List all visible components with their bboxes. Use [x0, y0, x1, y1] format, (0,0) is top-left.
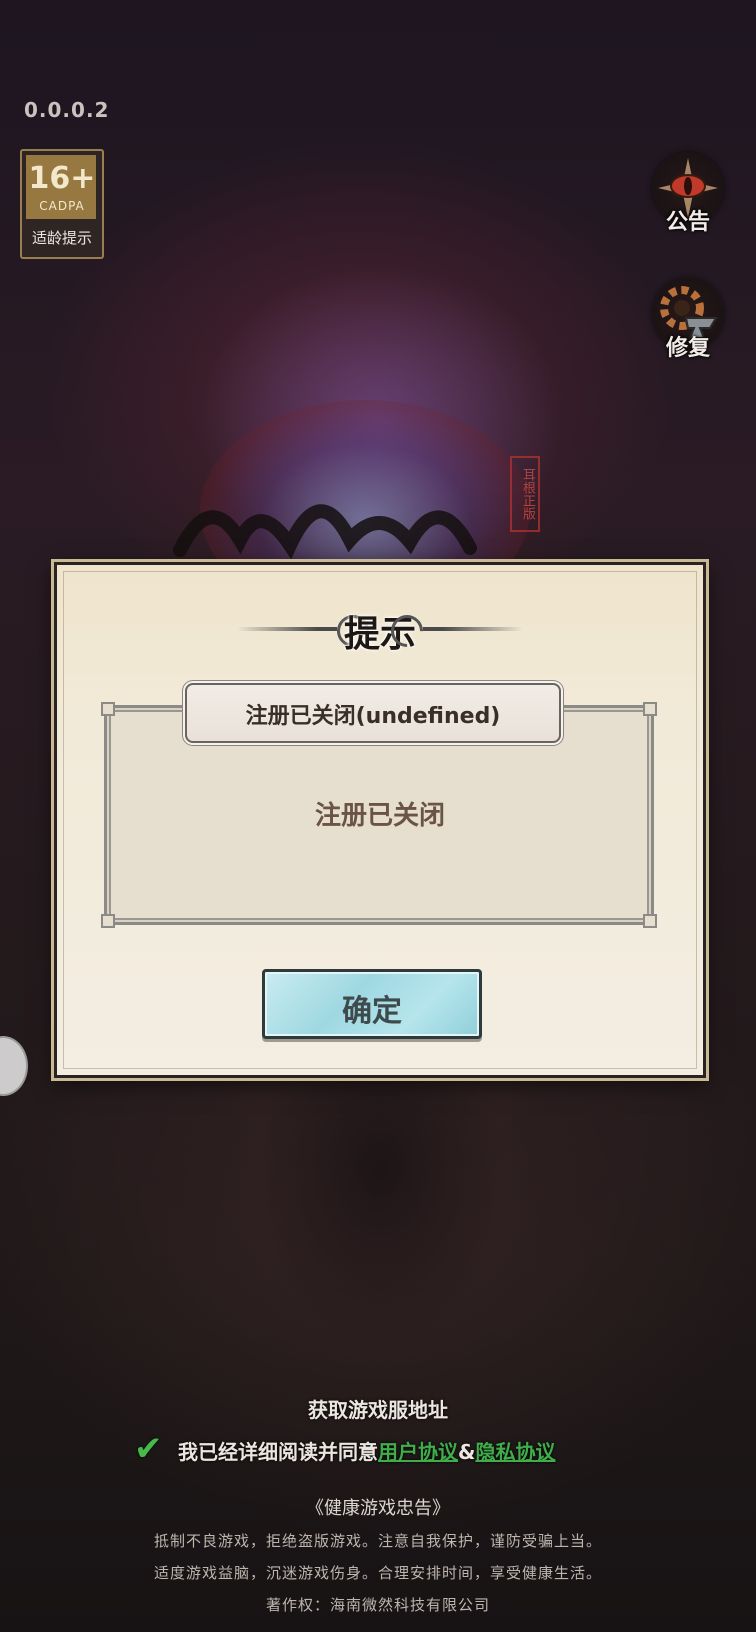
health-advice-line: 抵制不良游戏，拒绝盗版游戏。注意自我保护，谨防受骗上当。	[153, 1532, 602, 1550]
title-ornament-right	[423, 627, 523, 631]
agreement-ampersand: &	[458, 1440, 476, 1464]
dialog-title: 提示	[343, 613, 416, 655]
frame-corner	[101, 702, 115, 716]
notice-button[interactable]: 公告	[646, 152, 730, 236]
user-agreement-link[interactable]: 用户协议	[378, 1440, 458, 1464]
repair-label: 修复	[665, 335, 710, 361]
copyright-text: 著作权：海南微然科技有限公司	[265, 1596, 490, 1614]
checkmark-icon[interactable]: ✔	[134, 1432, 170, 1466]
notice-label: 公告	[665, 209, 710, 235]
age-rating-number: 16+	[28, 161, 96, 196]
confirm-button[interactable]: 确定	[262, 969, 482, 1039]
server-address-link[interactable]: 获取游戏服地址	[0, 1394, 756, 1423]
frame-corner	[643, 914, 657, 928]
title-stamp: 耳根正版	[510, 456, 540, 532]
privacy-policy-link[interactable]: 隐私协议	[475, 1440, 555, 1464]
agreement-text: 我已经详细阅读并同意用户协议&隐私协议	[178, 1436, 555, 1465]
age-rating-badge[interactable]: 16+ CADPA 适龄提示	[20, 149, 104, 259]
game-login-screen: 0.0.0.2 16+ CADPA 适龄提示 公告 修复 耳根正版 提示 注册已…	[0, 0, 756, 1632]
dialog-message: 注册已关闭	[314, 801, 445, 831]
agreement-row: ✔ 我已经详细阅读并同意用户协议&隐私协议	[134, 1432, 634, 1468]
agreement-prefix: 我已经详细阅读并同意	[178, 1440, 378, 1464]
dialog-subtitle-tab: 注册已关闭(undefined)	[185, 683, 561, 743]
confirm-label: 确定	[342, 994, 402, 1029]
health-advice-title: 《健康游戏忠告》	[306, 1498, 450, 1519]
repair-button[interactable]: 修复	[646, 278, 730, 362]
age-rating-org: CADPA	[39, 199, 85, 213]
dialog-title-row: 提示	[57, 605, 703, 655]
dialog-subtitle: 注册已关闭(undefined)	[245, 704, 501, 729]
age-rating-tip: 适龄提示	[31, 229, 92, 247]
game-logo: 耳根正版	[170, 456, 560, 560]
frame-corner	[101, 914, 115, 928]
version-label: 0.0.0.2	[24, 98, 110, 122]
health-advice-line: 适度游戏益脑，沉迷游戏伤身。合理安排时间，享受健康生活。	[153, 1564, 602, 1582]
game-logo-brush	[173, 504, 477, 560]
alert-dialog: 提示 注册已关闭(undefined) 注册已关闭 确定	[54, 562, 706, 1078]
frame-corner	[643, 702, 657, 716]
